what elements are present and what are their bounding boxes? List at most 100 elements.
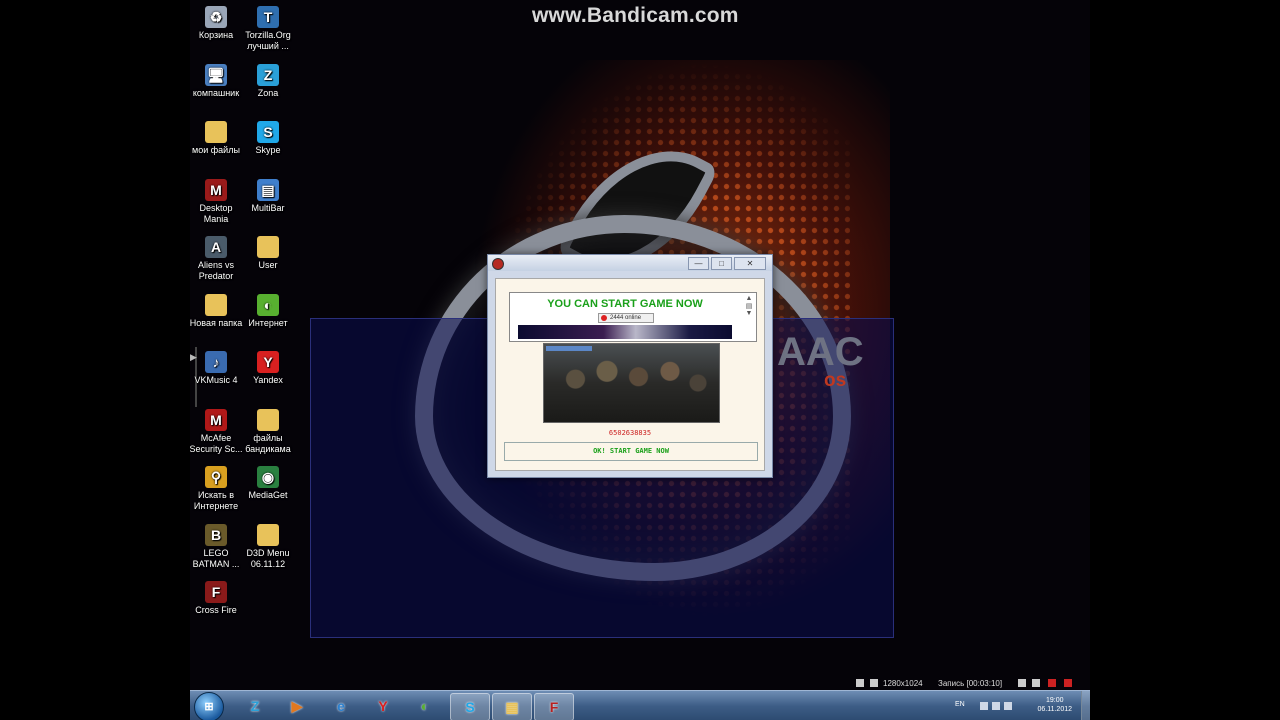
desktop-icon-label: Корзина <box>198 30 234 40</box>
volume-icon[interactable] <box>1004 702 1012 710</box>
desktop-icon[interactable]: файлы бандикама <box>238 408 298 455</box>
stop-icon[interactable] <box>1064 679 1072 687</box>
tray-icon[interactable] <box>980 702 988 710</box>
pause-icon[interactable] <box>1048 679 1056 687</box>
desktop-icon[interactable]: User <box>238 236 298 271</box>
start-game-button[interactable]: OK! START GAME NOW <box>504 442 758 461</box>
taskbar-folder-button[interactable]: ▦ <box>492 693 532 720</box>
banner-image-strip <box>518 325 732 339</box>
yandex-icon: Y <box>378 698 388 714</box>
desktop-icon-label: Aliens vs Predator <box>197 260 234 281</box>
desktop-icon-label: Интернет <box>248 317 288 328</box>
online-dot-icon <box>601 315 607 321</box>
folder-icon <box>205 293 227 316</box>
taskbar: ⊞ Z ▶ e Y ◐ S ▦ F EN 19:00 06.11.2012 <box>190 690 1090 720</box>
desktop-icon-label: мои файлы <box>192 145 240 155</box>
desktop-icon-label: файлы бандикама <box>245 432 291 454</box>
desktop-icon-label: компашник <box>192 87 240 98</box>
mcafee-icon: M <box>205 408 227 431</box>
mediaget-icon: ◉ <box>257 466 279 488</box>
banner-scrollbar[interactable]: ▲ ▤ ▼ <box>744 295 754 337</box>
serial-code: 6502638835 <box>608 429 652 437</box>
bandicam-watermark: www.Bandicam.com <box>532 4 739 27</box>
clock-date: 06.11.2012 <box>1037 706 1072 713</box>
multibar-icon: ▤ <box>257 178 279 201</box>
zona-icon: Z <box>250 698 260 714</box>
folder-icon: ▦ <box>505 699 519 715</box>
taskbar-yandex-button[interactable]: Y <box>364 693 402 719</box>
desktop-icon[interactable]: Z Zona <box>238 63 298 99</box>
crossfire-icon: F <box>205 581 227 603</box>
desktop-icon[interactable]: D3D Menu 06.11.12 <box>238 523 298 570</box>
desktop-icon-label: LEGO BATMAN ... <box>192 547 240 569</box>
taskbar-internet-explorer-button[interactable]: e <box>322 693 360 719</box>
taskbar-skype-button[interactable]: S <box>450 693 490 720</box>
game-dialog-window: — □ ✕ YOU CAN START GAME NOW 2444 online… <box>487 254 773 478</box>
language-indicator[interactable]: EN <box>955 701 965 708</box>
desktop-icon-label: Skype <box>255 145 281 155</box>
folder-icon <box>257 523 279 546</box>
desktop-icon[interactable]: ▤ MultiBar <box>238 178 298 214</box>
show-desktop-button[interactable] <box>1081 691 1090 720</box>
wallpaper-os: os <box>824 370 847 391</box>
desktop-icon-label: MediaGet <box>248 490 288 500</box>
taskbar-media-player-button[interactable]: ▶ <box>278 693 316 719</box>
network-icon[interactable] <box>992 702 1000 710</box>
desktop-icon[interactable]: F Cross Fire <box>190 581 246 616</box>
camera-icon[interactable] <box>1032 679 1040 687</box>
desktop-icon-label: Новая папка <box>190 317 243 328</box>
desktop-icon-label: McAfee Security Sc... <box>190 432 243 454</box>
desktop-icon-label: Desktop Mania <box>199 202 233 224</box>
crossfire-icon: F <box>549 699 559 715</box>
desktop-icon-label: Zona <box>257 87 279 98</box>
online-text: 2444 online <box>610 315 642 321</box>
internet-icon: ◐ <box>257 293 279 316</box>
search-web-icon: ⚲ <box>205 466 227 488</box>
clock-time: 19:00 <box>1045 697 1064 704</box>
computer-icon: 🖥 <box>205 63 227 86</box>
desktop-icon-label: D3D Menu 06.11.12 <box>246 547 290 569</box>
folder-icon <box>205 121 227 143</box>
close-button[interactable]: ✕ <box>734 257 766 270</box>
folder-icon <box>257 408 279 431</box>
capture-resolution: 1280x1024 <box>883 679 923 688</box>
wallpaper-brand: AAC <box>777 330 864 374</box>
media-player-icon: ▶ <box>291 698 303 714</box>
desktop-icon-label: MultiBar <box>251 202 285 213</box>
skype-icon: S <box>465 699 475 715</box>
internet-icon: ◐ <box>420 698 430 714</box>
taskbar-zona-button[interactable]: Z <box>236 693 274 719</box>
folder-icon <box>257 236 279 258</box>
vkmusic-icon: ♪ <box>205 351 227 373</box>
fullscreen-icon[interactable] <box>870 679 878 687</box>
dialog-titlebar[interactable]: — □ ✕ <box>488 255 772 271</box>
desktop-screen: AAC os ▶ ♻ Корзина T Torzilla.Org лучший ..… <box>190 0 1090 720</box>
dropdown-icon[interactable] <box>1018 679 1026 687</box>
desktop-icon[interactable]: Y Yandex <box>238 351 298 386</box>
desktop-icon-label: VKMusic 4 <box>194 375 238 385</box>
taskbar-crossfire-button[interactable]: F <box>534 693 574 720</box>
desktop-icon-label: Cross Fire <box>195 605 237 615</box>
online-counter: 2444 online <box>598 313 654 323</box>
ad-banner: YOU CAN START GAME NOW 2444 online ▲ ▤ ▼ <box>509 292 757 342</box>
start-button[interactable]: ⊞ <box>194 692 224 720</box>
yandex-icon: Y <box>257 351 279 373</box>
torzilla-icon: T <box>257 6 279 28</box>
dialog-client: YOU CAN START GAME NOW 2444 online ▲ ▤ ▼ 6… <box>495 278 765 471</box>
desktop-icon[interactable]: ◐ Интернет <box>238 293 298 329</box>
recording-timer: Запись [00:03:10] <box>938 679 1003 688</box>
maximize-button[interactable]: □ <box>711 257 732 270</box>
window-mode-icon[interactable] <box>856 679 864 687</box>
internet-explorer-icon: e <box>337 698 345 714</box>
taskbar-internet-button[interactable]: ◐ <box>406 693 444 719</box>
minimize-button[interactable]: — <box>688 257 709 270</box>
crossfire-app-icon <box>492 258 504 270</box>
zona-icon: Z <box>257 63 279 86</box>
banner-title: YOU CAN START GAME NOW <box>547 298 703 310</box>
desktop-icon[interactable]: S Skype <box>238 121 298 156</box>
desktop-icon[interactable]: ◉ MediaGet <box>238 466 298 501</box>
clock[interactable]: 19:00 06.11.2012 <box>1037 696 1072 714</box>
aliens-vs-predator-icon: A <box>205 236 227 258</box>
desktop-mania-icon: M <box>205 178 227 201</box>
desktop-icon[interactable]: T Torzilla.Org лучший ... <box>238 6 298 52</box>
